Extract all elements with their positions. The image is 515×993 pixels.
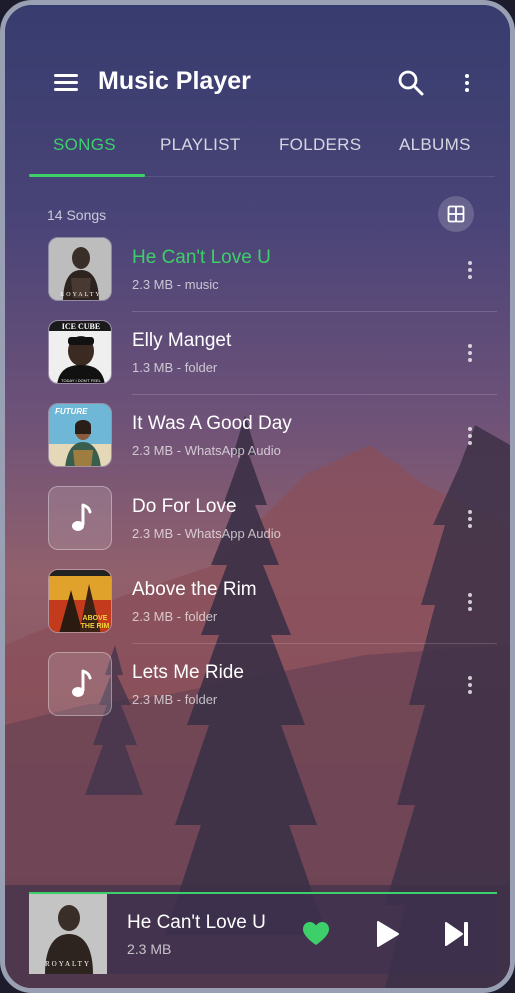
song-meta: 2.3 MB - music — [132, 277, 219, 292]
more-vert-icon — [468, 424, 472, 448]
song-row[interactable]: ABOVE THE RIM Above the Rim 2.3 MB - fol… — [41, 569, 497, 652]
tab-bar: SONGS PLAYLIST FOLDERS ALBUMS — [5, 123, 510, 178]
svg-text:THE RIM: THE RIM — [81, 623, 110, 630]
song-row[interactable]: ROYALTY He Can't Love U 2.3 MB - music — [41, 237, 497, 320]
song-options-button[interactable] — [458, 585, 482, 619]
grid-view-button[interactable] — [438, 196, 474, 232]
song-options-button[interactable] — [458, 253, 482, 287]
row-divider — [132, 311, 497, 312]
now-playing-title: He Can't Love U — [127, 912, 266, 933]
grid-view-icon — [447, 205, 465, 223]
more-vert-icon — [468, 258, 472, 282]
song-title: Lets Me Ride — [132, 662, 244, 683]
play-button[interactable] — [370, 918, 402, 950]
now-playing-album-art: ROYALTY — [29, 894, 107, 974]
heart-icon — [303, 922, 329, 945]
app-bar: Music Player — [5, 53, 510, 113]
song-title: Do For Love — [132, 496, 237, 517]
song-title: Above the Rim — [132, 579, 257, 600]
music-note-icon — [48, 486, 112, 550]
play-icon — [377, 921, 399, 947]
svg-text:ABOVE: ABOVE — [83, 615, 108, 622]
tab-playlist[interactable]: PLAYLIST — [160, 135, 241, 155]
svg-text:ICE CUBE: ICE CUBE — [62, 322, 100, 331]
music-note-icon — [48, 652, 112, 716]
song-options-button[interactable] — [458, 336, 482, 370]
song-title: Elly Manget — [132, 330, 232, 351]
future-album-art: FUTURE — [48, 403, 112, 467]
song-title: It Was A Good Day — [132, 413, 292, 434]
more-vert-icon — [468, 673, 472, 697]
search-icon — [398, 70, 424, 96]
ice-cube-album-art: ICE CUBE TODAY I DON'T FEEL — [48, 320, 112, 384]
app-title: Music Player — [98, 67, 251, 95]
tab-songs[interactable]: SONGS — [53, 135, 116, 155]
tab-albums[interactable]: ALBUMS — [399, 135, 471, 155]
song-meta: 2.3 MB - folder — [132, 692, 218, 707]
song-row[interactable]: Do For Love 2.3 MB - WhatsApp Audio — [41, 486, 497, 569]
more-vert-icon — [468, 507, 472, 531]
above-the-rim-album-art: ABOVE THE RIM — [48, 569, 112, 633]
now-playing-bar[interactable]: ROYALTY He Can't Love U 2.3 MB — [29, 892, 497, 974]
menu-button[interactable] — [45, 63, 85, 103]
song-options-button[interactable] — [458, 668, 482, 702]
song-row[interactable]: FUTURE It Was A Good Day 2.3 MB - WhatsA… — [41, 403, 497, 486]
svg-text:ROYALTY: ROYALTY — [60, 292, 101, 298]
skip-next-button[interactable] — [441, 918, 473, 950]
like-button[interactable] — [301, 919, 331, 949]
song-options-button[interactable] — [458, 502, 482, 536]
row-divider — [132, 643, 497, 644]
skip-next-icon — [445, 922, 468, 946]
song-meta: 2.3 MB - WhatsApp Audio — [132, 526, 281, 541]
phone-frame: Music Player SONGS PLAYLIST FOLDERS ALBU… — [0, 0, 515, 993]
song-meta: 2.3 MB - WhatsApp Audio — [132, 443, 281, 458]
song-count: 14 Songs — [47, 207, 107, 223]
row-divider — [132, 394, 497, 395]
svg-text:FUTURE: FUTURE — [55, 407, 88, 416]
overflow-menu-button[interactable] — [453, 63, 481, 103]
song-row[interactable]: Lets Me Ride 2.3 MB - folder — [41, 652, 497, 735]
more-vert-icon — [465, 71, 469, 95]
search-button[interactable] — [391, 63, 431, 103]
song-meta: 1.3 MB - folder — [132, 360, 218, 375]
song-options-button[interactable] — [458, 419, 482, 453]
tab-folders[interactable]: FOLDERS — [279, 135, 361, 155]
more-vert-icon — [468, 590, 472, 614]
more-vert-icon — [468, 341, 472, 365]
song-meta: 2.3 MB - folder — [132, 609, 218, 624]
active-tab-indicator — [29, 174, 145, 177]
song-row[interactable]: ICE CUBE TODAY I DON'T FEEL Elly Manget … — [41, 320, 497, 403]
royalty-album-art: ROYALTY — [48, 237, 112, 301]
svg-text:TODAY I DON'T FEEL: TODAY I DON'T FEEL — [61, 378, 102, 383]
now-playing-meta: 2.3 MB — [127, 941, 172, 957]
song-title: He Can't Love U — [132, 247, 271, 268]
svg-text:ROYALTY: ROYALTY — [45, 960, 91, 968]
